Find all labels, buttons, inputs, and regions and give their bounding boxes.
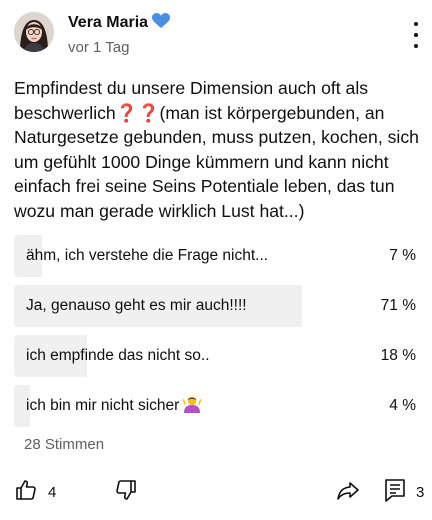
poll-option[interactable]: ähm, ich verstehe die Frage nicht... 7 % (14, 235, 420, 277)
poll-option-label: ähm, ich verstehe die Frage nicht... (26, 247, 269, 264)
dislike-button[interactable] (114, 476, 138, 508)
poll-option-label: ich bin mir nicht sicher (26, 385, 202, 427)
comment-icon (384, 478, 406, 507)
poll-option-percent: 7 % (389, 247, 416, 264)
action-bar: 4 3 (0, 476, 432, 508)
vote-count: 28 Stimmen (24, 436, 105, 453)
thumbs-down-icon (114, 478, 138, 507)
blue-heart-icon (152, 13, 171, 34)
poll-option-label-text: ich bin mir nicht sicher (26, 397, 180, 414)
poll-option[interactable]: ich empfinde das nicht so.. 18 % (14, 335, 420, 377)
poll: ähm, ich verstehe die Frage nicht... 7 %… (14, 235, 420, 435)
poll-option-percent: 4 % (389, 397, 416, 414)
comment-button[interactable]: 3 (384, 476, 424, 508)
more-vertical-icon[interactable] (408, 22, 424, 48)
poll-option[interactable]: Ja, genauso geht es mir auch!!!! 71 % (14, 285, 420, 327)
author-name-text: Vera Maria (68, 14, 149, 31)
poll-option[interactable]: ich bin mir nicht sicher 4 % (14, 385, 420, 427)
thumbs-up-icon (14, 478, 38, 507)
share-button[interactable] (336, 476, 360, 508)
post-time: vor 1 Tag (68, 39, 130, 56)
poll-option-percent: 18 % (380, 347, 416, 364)
avatar[interactable] (14, 12, 54, 52)
like-count: 4 (48, 483, 57, 501)
share-icon (336, 478, 360, 507)
avatar-image (14, 12, 54, 52)
post-text: Empfindest du unsere Dimension auch oft … (14, 78, 419, 221)
comment-count: 3 (416, 483, 425, 501)
poll-option-percent: 71 % (380, 297, 416, 314)
author-name[interactable]: Vera Maria (68, 13, 171, 34)
poll-option-label: Ja, genauso geht es mir auch!!!! (26, 297, 247, 314)
person-shrugging-icon (183, 388, 202, 427)
poll-option-label: ich empfinde das nicht so.. (26, 347, 210, 364)
like-button[interactable]: 4 (14, 476, 56, 508)
post-header: Vera Maria vor 1 Tag (14, 10, 424, 62)
